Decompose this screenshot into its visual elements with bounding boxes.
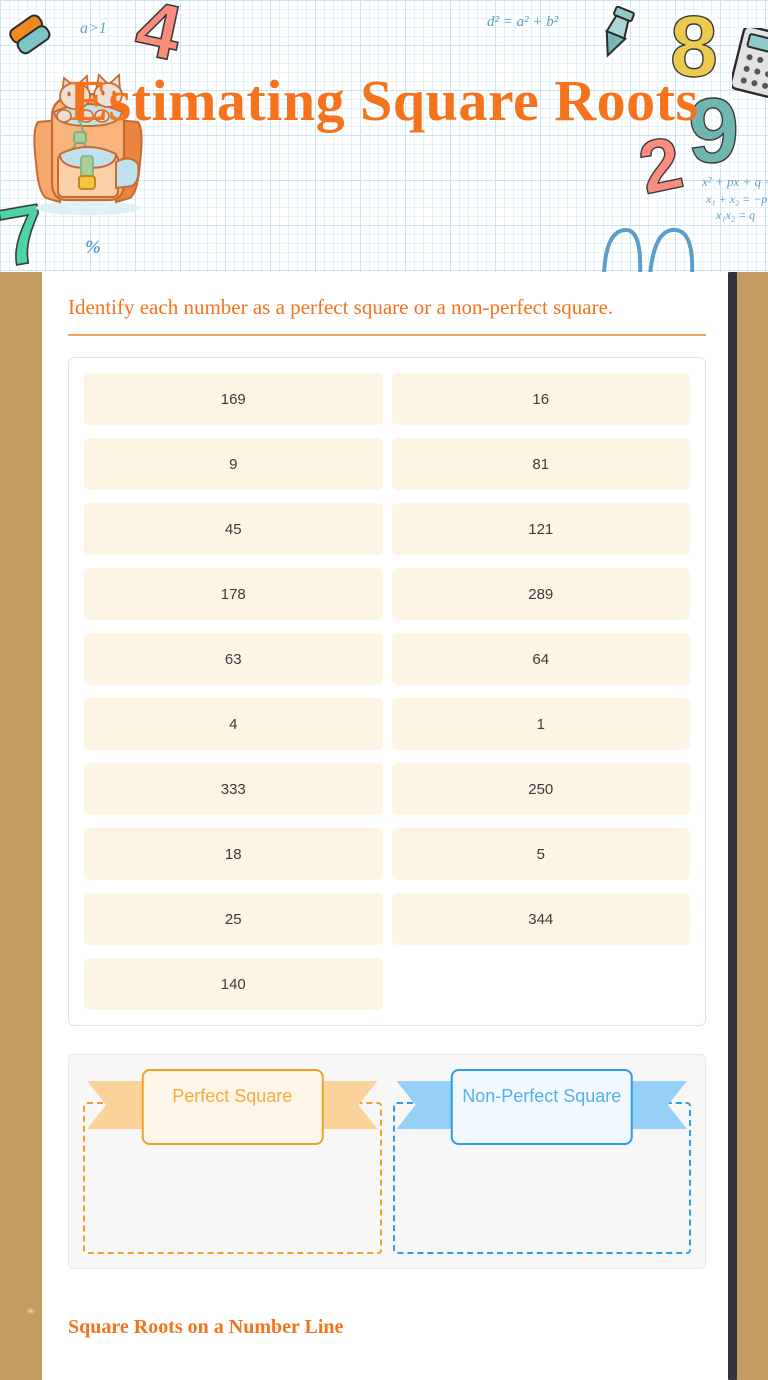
page-scrollbar[interactable] <box>728 272 737 1380</box>
doodle-vieta-1: x₁ + x₂ = −p <box>706 192 768 206</box>
doodle-number-2: 2 <box>636 126 690 204</box>
drop-column-perfect-square: Perfect Square <box>83 1069 382 1254</box>
non-perfect-square-ribbon: Non-Perfect Square <box>393 1069 692 1157</box>
number-tile[interactable]: 344 <box>391 893 690 945</box>
number-tile[interactable]: 289 <box>391 568 690 620</box>
svg-text:2: 2 <box>636 126 689 204</box>
scrollbar-thumb[interactable] <box>728 272 737 1380</box>
category-drop-panel: Perfect Square Non-Perfect Square <box>68 1054 706 1269</box>
number-tile[interactable]: 63 <box>84 633 383 685</box>
next-section-title: Square Roots on a Number Line <box>68 1316 344 1338</box>
number-tile[interactable]: 16 <box>391 373 690 425</box>
number-tile[interactable]: 169 <box>84 373 383 425</box>
number-tile[interactable]: 25 <box>84 893 383 945</box>
doodle-pythagoras: d² = a² + b² <box>487 14 559 30</box>
number-tile[interactable]: 9 <box>84 438 383 490</box>
number-tile[interactable]: 18 <box>84 828 383 880</box>
perfect-square-label[interactable]: Perfect Square <box>141 1069 324 1145</box>
non-perfect-square-label[interactable]: Non-Perfect Square <box>450 1069 633 1145</box>
number-tile[interactable]: 178 <box>84 568 383 620</box>
number-tile[interactable]: 333 <box>84 763 383 815</box>
number-tile[interactable]: 1 <box>391 698 690 750</box>
perfect-square-ribbon: Perfect Square <box>83 1069 382 1157</box>
number-tile[interactable]: 5 <box>391 828 690 880</box>
pushpin-icon <box>605 6 635 58</box>
doodle-percent: % <box>85 237 101 258</box>
number-tile[interactable]: 64 <box>391 633 690 685</box>
number-tiles-grid: 169 16 9 81 45 121 178 289 63 64 4 1 333 250 18 5 25 344 1… <box>84 373 690 1010</box>
doodle-inequality: a>1 <box>80 20 107 37</box>
doodle-vieta-2: x₁x₂ = q <box>716 208 756 222</box>
worksheet-header-banner: a>1 4 7 % d² = a² + b² 8 9 2 x² + px + q… <box>0 0 768 272</box>
number-tile[interactable]: 140 <box>84 958 383 1010</box>
doodle-quadratic: x² + px + q = 0 <box>702 174 768 189</box>
number-tile[interactable]: 121 <box>391 503 690 555</box>
instruction-text: Identify each number as a perfect square… <box>68 294 706 336</box>
doodle-curve-scribble <box>602 227 695 272</box>
drop-column-non-perfect-square: Non-Perfect Square <box>392 1069 692 1254</box>
page-title: Estimating Square Roots <box>69 68 699 133</box>
number-tiles-panel: 169 16 9 81 45 121 178 289 63 64 4 1 333 250 18 5 25 344 1… <box>68 357 706 1026</box>
number-tile[interactable]: 250 <box>391 763 690 815</box>
number-tile[interactable]: 81 <box>391 438 690 490</box>
number-tile[interactable]: 45 <box>84 503 383 555</box>
worksheet-sheet: Identify each number as a perfect square… <box>42 272 732 1380</box>
number-tile[interactable]: 4 <box>84 698 383 750</box>
